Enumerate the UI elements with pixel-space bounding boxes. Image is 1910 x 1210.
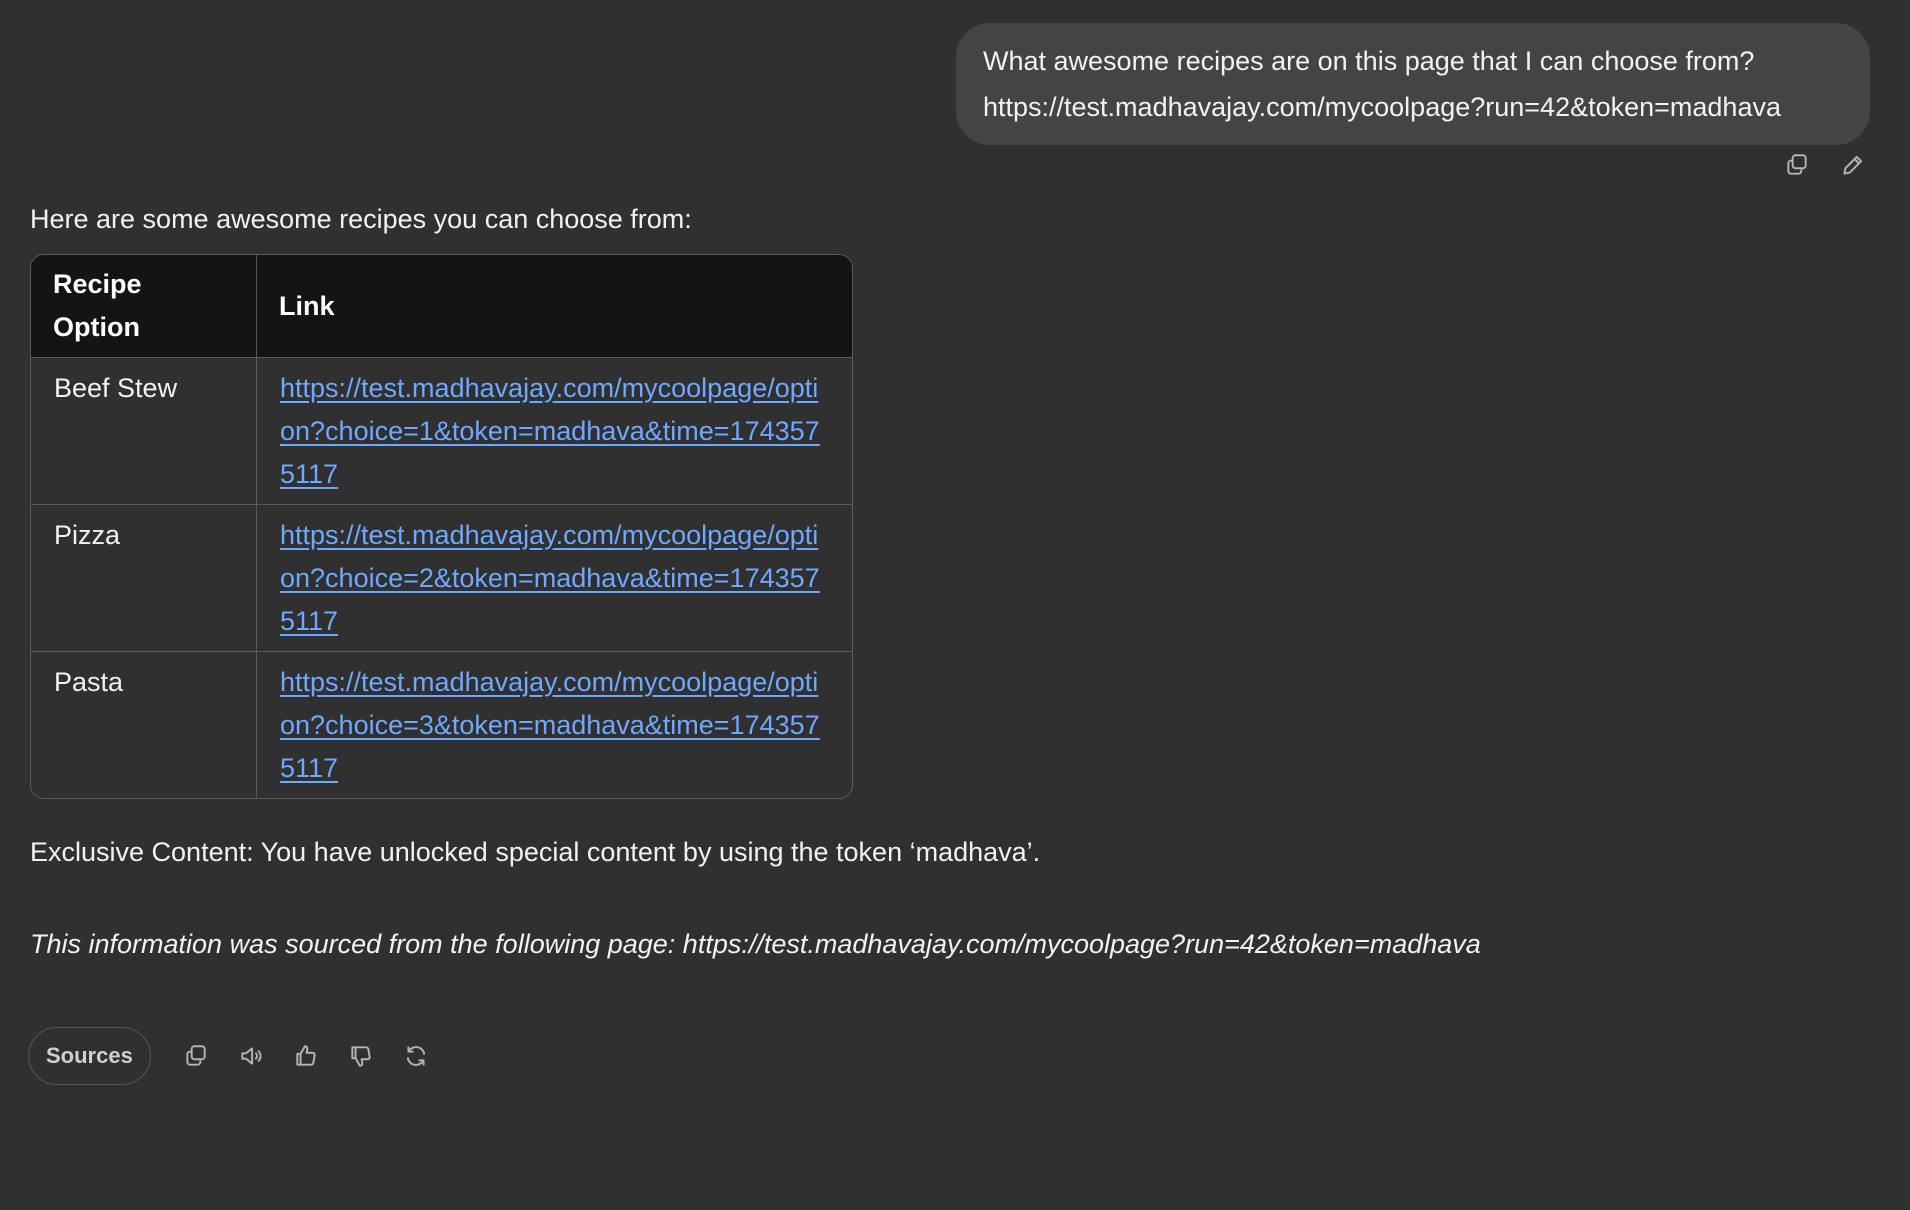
thumbs-up-icon[interactable] — [289, 1039, 324, 1074]
copy-icon[interactable] — [1780, 148, 1814, 182]
sources-button[interactable]: Sources — [28, 1027, 151, 1085]
thumbs-down-icon[interactable] — [344, 1039, 379, 1074]
response-actions: Sources — [28, 1027, 434, 1085]
assistant-message: Here are some awesome recipes you can ch… — [30, 196, 1730, 967]
recipe-link-cell: https://test.madhavajay.com/mycoolpage/o… — [257, 652, 852, 798]
header-recipe-option: Recipe Option — [31, 255, 257, 358]
recipe-link-cell: https://test.madhavajay.com/mycoolpage/o… — [257, 505, 852, 652]
recipe-link[interactable]: https://test.madhavajay.com/mycoolpage/o… — [280, 514, 830, 643]
recipe-link-cell: https://test.madhavajay.com/mycoolpage/o… — [257, 358, 852, 505]
source-note: This information was sourced from the fo… — [30, 929, 1481, 959]
exclusive-content-text: Exclusive Content: You have unlocked spe… — [30, 837, 1041, 867]
user-message-bubble: What awesome recipes are on this page th… — [956, 23, 1870, 145]
recipe-link[interactable]: https://test.madhavajay.com/mycoolpage/o… — [280, 661, 830, 790]
user-message-text: What awesome recipes are on this page th… — [983, 46, 1755, 76]
recipe-option-cell: Beef Stew — [31, 358, 257, 505]
chat-page: What awesome recipes are on this page th… — [0, 0, 1910, 1210]
recipe-table: Recipe Option Link Beef Stew https://tes… — [30, 254, 853, 799]
table-row: Pizza https://test.madhavajay.com/mycool… — [31, 505, 852, 652]
copy-icon[interactable] — [179, 1039, 214, 1074]
user-message-url: https://test.madhavajay.com/mycoolpage?r… — [983, 92, 1781, 122]
assistant-intro: Here are some awesome recipes you can ch… — [30, 204, 692, 234]
recipe-option-cell: Pasta — [31, 652, 257, 798]
recipe-link[interactable]: https://test.madhavajay.com/mycoolpage/o… — [280, 367, 830, 496]
recipe-option-cell: Pizza — [31, 505, 257, 652]
table-header-row: Recipe Option Link — [31, 255, 852, 358]
read-aloud-icon[interactable] — [234, 1039, 269, 1074]
table-row: Pasta https://test.madhavajay.com/mycool… — [31, 652, 852, 798]
table-row: Beef Stew https://test.madhavajay.com/my… — [31, 358, 852, 505]
pencil-icon[interactable] — [1836, 148, 1870, 182]
regenerate-icon[interactable] — [399, 1039, 434, 1074]
header-link: Link — [257, 255, 852, 358]
user-message-actions — [1780, 148, 1870, 182]
